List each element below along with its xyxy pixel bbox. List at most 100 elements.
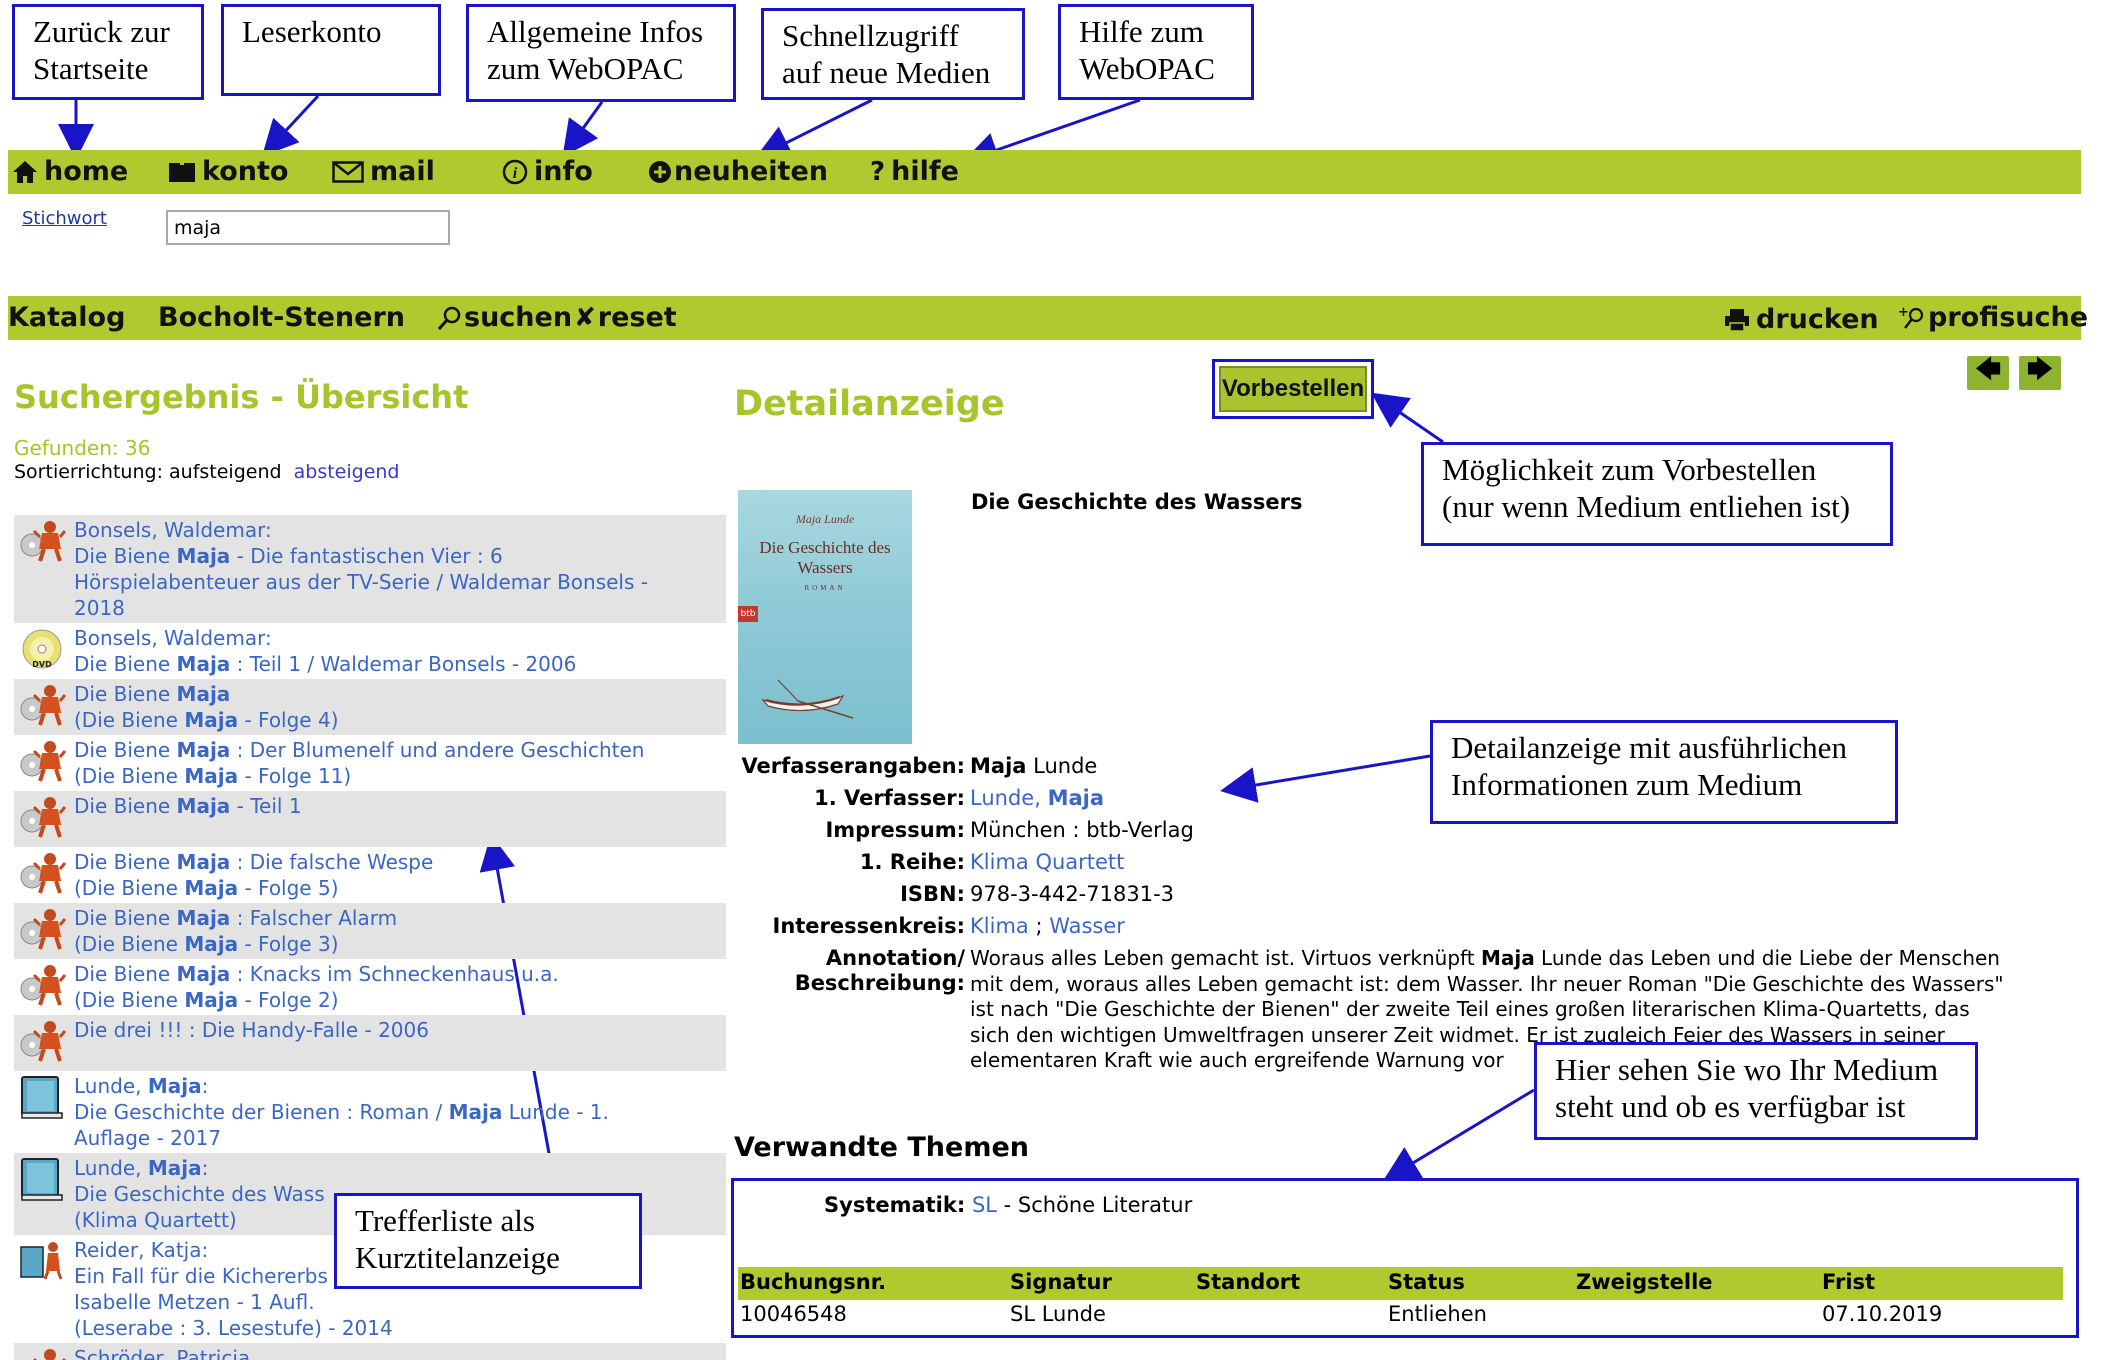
audio-media-icon: [18, 907, 67, 951]
nav-hilfe[interactable]: ? hilfe: [870, 156, 959, 187]
toolbar-katalog-label: Katalog: [8, 302, 126, 333]
result-item[interactable]: Schröder, Patricia: [14, 1343, 726, 1360]
isbn-value: 978-3-442-71831-3: [970, 882, 1175, 906]
result-item-text: Die Biene Maja : Der Blumenelf und ander…: [74, 738, 645, 788]
cover-author: Maja Lunde: [795, 512, 855, 526]
result-item[interactable]: Die Biene Maja : Falscher Alarm (Die Bien…: [14, 903, 726, 959]
next-button[interactable]: 🡆: [2019, 355, 2061, 390]
toolbar-drucken[interactable]: drucken: [1724, 304, 1879, 335]
toolbar-reset[interactable]: ✘ reset: [574, 302, 677, 333]
nav-neuheiten[interactable]: neuheiten: [648, 156, 828, 187]
question-icon: ?: [870, 156, 886, 187]
sort-ascending[interactable]: aufsteigend: [169, 461, 282, 483]
vorbestellen-button[interactable]: Vorbestellen: [1219, 366, 1367, 412]
verfasserangaben-label: Verfasserangaben:: [741, 754, 965, 778]
toolbar-suchen[interactable]: suchen: [436, 302, 572, 333]
search-input[interactable]: maja: [166, 210, 450, 245]
plus-circle-icon: [649, 160, 671, 183]
interessenkreis-wasser[interactable]: Wasser: [1049, 914, 1125, 938]
verfasser-value[interactable]: Lunde, Maja: [970, 786, 1104, 810]
nav-konto-label: konto: [202, 156, 289, 187]
book-audio-icon: [18, 1239, 66, 1283]
isbn-label: ISBN:: [900, 882, 965, 906]
interessenkreis-klima[interactable]: Klima: [970, 914, 1029, 938]
arrow-vorbestellen: [1371, 392, 1444, 444]
annotation-line: ist nach "Die Geschichte der Bienen" der…: [970, 997, 1970, 1021]
arrow-konto: [261, 94, 320, 157]
verfasserangaben-rest: Lunde: [1026, 754, 1098, 778]
nav-info[interactable]: i info: [502, 156, 593, 187]
reihe-label: 1. Reihe:: [859, 850, 965, 874]
verfasserangaben-value: Maja Lunde: [970, 754, 1097, 778]
search-icon: [437, 306, 461, 330]
audio-media-icon: [18, 963, 67, 1007]
toolbar-zweigstelle[interactable]: Bocholt-Stenern: [158, 302, 405, 333]
audio-media-icon: [18, 739, 67, 783]
nav-home[interactable]: home: [12, 156, 128, 187]
detail-title: Die Geschichte des Wassers: [971, 490, 1303, 514]
stichwort-link[interactable]: Stichwort: [22, 208, 107, 229]
result-item-text: Bonsels, Waldemar: Die Biene Maja - Die f…: [74, 518, 648, 620]
dvd-icon: DVD: [18, 627, 66, 671]
interessenkreis-label: Interessenkreis:: [772, 914, 966, 938]
result-item-text: Lunde, Maja: Die Geschichte der Bienen : …: [74, 1074, 609, 1150]
house-icon: [13, 160, 37, 183]
annotation-label-line1: Annotation/: [825, 946, 965, 970]
result-item[interactable]: Die drei !!! : Die Handy-Falle - 2006: [14, 1015, 726, 1071]
sort-descending[interactable]: absteigend: [294, 461, 400, 483]
holdings-header-cell: Buchungsnr.: [740, 1270, 887, 1294]
result-item-text: Die drei !!! : Die Handy-Falle - 2006: [74, 1018, 429, 1042]
results-heading: Suchergebnis - Übersicht: [14, 378, 469, 416]
arrow-standort: [1382, 1088, 1535, 1182]
audio-media-icon: [18, 519, 67, 563]
result-item-text: Die Biene Maja (Die Biene Maja - Folge 4): [74, 682, 339, 732]
previous-button[interactable]: 🡄: [1967, 355, 2009, 390]
toolbar-suchen-label: suchen: [464, 302, 573, 333]
audio-media-icon: [18, 851, 67, 895]
sort-row: Sortierrichtung: aufsteigend absteigend: [14, 461, 399, 483]
nav-home-label: home: [44, 156, 129, 187]
result-item-text: Die Biene Maja - Teil 1: [74, 794, 302, 818]
holdings-cell: SL Lunde: [1010, 1302, 1106, 1326]
annotation-line: mit dem, woraus alles Leben gemacht ist:…: [970, 971, 2004, 996]
impressum-label: Impressum:: [825, 818, 965, 842]
result-item[interactable]: DVD Bonsels, Waldemar: Die Biene Maja : Te…: [14, 623, 726, 679]
arrow-neuheiten: [754, 98, 873, 159]
x-icon: ✘: [574, 302, 596, 333]
systematik-code[interactable]: SL: [972, 1193, 997, 1217]
toolbar-profisuche[interactable]: + profisuche: [1898, 302, 2088, 333]
nav-neuheiten-label: neuheiten: [674, 156, 828, 187]
holdings-header-cell: Signatur: [1010, 1270, 1112, 1294]
nav-konto[interactable]: konto: [168, 156, 288, 187]
callout-standort: Hier sehen Sie wo Ihr Medium steht und o…: [1534, 1042, 1978, 1140]
book-cover: Maja Lunde Die Geschichte des Wassers RO…: [738, 490, 912, 744]
result-item[interactable]: Bonsels, Waldemar: Die Biene Maja - Die f…: [14, 515, 726, 623]
nav-mail-label: mail: [370, 156, 435, 187]
result-item-text: Schröder, Patricia: [74, 1346, 251, 1360]
result-item[interactable]: Die Biene Maja : Der Blumenelf und ander…: [14, 735, 726, 791]
nav-mail[interactable]: mail: [332, 156, 435, 187]
toolbar-katalog[interactable]: Katalog: [8, 302, 125, 333]
svg-text:i: i: [513, 165, 518, 182]
catalog-toolbar: Katalog Bocholt-Stenern suchen ✘ reset d…: [8, 296, 2088, 340]
result-item[interactable]: Die Biene Maja - Teil 1: [14, 791, 726, 847]
result-item[interactable]: Die Biene Maja : Knacks im Schneckenhaus…: [14, 959, 726, 1015]
holdings-header-cell: Frist: [1822, 1270, 1876, 1294]
interessenkreis-value: Klima ; Wasser: [970, 914, 1125, 938]
verfasser-value-a: Lunde,: [970, 786, 1048, 810]
annotation-label-line2: Beschreibung:: [794, 971, 965, 995]
result-item[interactable]: Die Biene Maja : Die falsche Wespe (Die B…: [14, 847, 726, 903]
reihe-value[interactable]: Klima Quartett: [970, 850, 1124, 874]
interessenkreis-sep: ;: [1028, 914, 1050, 938]
cover-publisher: btb: [738, 606, 758, 622]
holdings-cell: Entliehen: [1388, 1302, 1487, 1326]
result-item[interactable]: Lunde, Maja: Die Geschichte der Bienen : …: [14, 1071, 726, 1153]
result-item-text: Die Biene Maja : Falscher Alarm (Die Bien…: [74, 906, 398, 956]
mail-icon: [332, 160, 364, 183]
info-icon: i: [502, 159, 528, 184]
audio-media-icon: [18, 1019, 67, 1063]
arrow-info: [562, 101, 604, 157]
holdings-header-cell: Standort: [1196, 1270, 1301, 1294]
result-item[interactable]: Die Biene Maja (Die Biene Maja - Folge 4): [14, 679, 726, 735]
systematik-row: Systematik: SL - Schöne Literatur: [824, 1193, 1192, 1217]
